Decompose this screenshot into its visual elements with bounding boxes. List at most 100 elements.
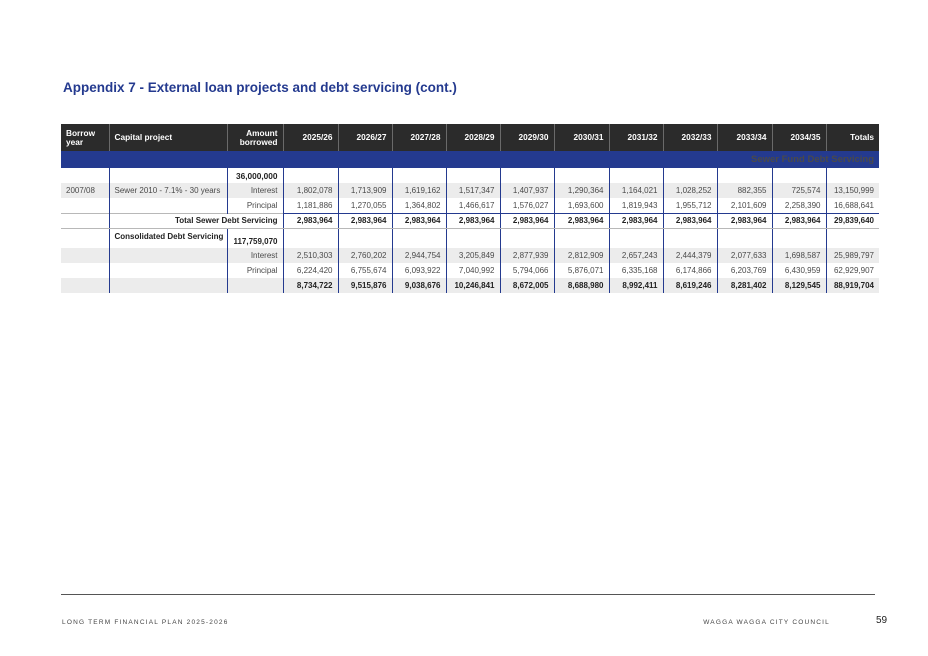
table-cell: 725,574 xyxy=(772,183,827,198)
table-cell: 6,430,959 xyxy=(772,263,827,278)
table-cell: 62,929,907 xyxy=(833,266,874,275)
table-cell: 1,802,078 xyxy=(283,183,339,198)
table-cell: 2,258,390 xyxy=(772,198,827,213)
amount-borrowed-cell: 117,759,070 xyxy=(227,228,284,248)
table-cell: 2,077,633 xyxy=(717,248,773,263)
row-label: Interest xyxy=(227,248,284,263)
table-cell: 1,290,364 xyxy=(554,183,610,198)
table-cell: 1,955,712 xyxy=(663,198,718,213)
table-cell: 8,688,980 xyxy=(554,278,610,293)
row-label: Principal xyxy=(227,263,284,278)
table-row: Principal 1,181,886 1,270,055 1,364,802 … xyxy=(61,198,879,213)
table-cell: 1,713,909 xyxy=(338,183,393,198)
table-cell: 1,693,600 xyxy=(554,198,610,213)
table-cell: 2,657,243 xyxy=(609,248,664,263)
table-cell: 1,698,587 xyxy=(772,248,827,263)
table-cell: 2,760,202 xyxy=(338,248,393,263)
header-year: 2031/32 xyxy=(609,124,664,151)
table-cell: 1,619,162 xyxy=(392,183,447,198)
table-cell: 6,093,922 xyxy=(392,263,447,278)
table-header-row: Borrow year Capital project Amount borro… xyxy=(61,124,879,151)
table-cell: 25,989,797 xyxy=(833,251,874,260)
table-row-grand-total: 8,734,722 9,515,876 9,038,676 10,246,841… xyxy=(61,278,879,293)
section-band: Sewer Fund Debt Servicing xyxy=(61,151,879,168)
table-cell: 1,819,943 xyxy=(609,198,664,213)
table-cell: 3,205,849 xyxy=(446,248,501,263)
table-cell: 8,281,402 xyxy=(717,278,773,293)
debt-servicing-table: Borrow year Capital project Amount borro… xyxy=(61,124,879,293)
table-cell: 2,983,964 xyxy=(283,212,339,229)
header-capital-project: Capital project xyxy=(109,124,228,151)
table-cell: 13,150,999 xyxy=(833,186,874,195)
table-cell: 6,755,674 xyxy=(338,263,393,278)
table-cell: 6,335,168 xyxy=(609,263,664,278)
table-cell: 2,983,964 xyxy=(609,212,664,229)
table-cell: 9,515,876 xyxy=(338,278,393,293)
header-year: 2026/27 xyxy=(338,124,393,151)
header-year: 2033/34 xyxy=(717,124,773,151)
table-cell: 2,944,754 xyxy=(392,248,447,263)
table-cell: 1,164,021 xyxy=(609,183,664,198)
table-cell: 2,983,964 xyxy=(338,212,393,229)
header-year: 2028/29 xyxy=(446,124,501,151)
table-cell: 1,517,347 xyxy=(446,183,501,198)
table-row: 2007/08 Sewer 2010 - 7.1% - 30 years Int… xyxy=(61,183,879,198)
table-row: 36,000,000 xyxy=(61,168,879,183)
table-row: Principal 6,224,420 6,755,674 6,093,922 … xyxy=(61,263,879,278)
section-title: Sewer Fund Debt Servicing xyxy=(751,154,874,165)
borrow-year-cell: 2007/08 xyxy=(61,183,110,198)
table-cell: 5,876,071 xyxy=(554,263,610,278)
table-cell: 1,407,937 xyxy=(500,183,555,198)
header-totals: Totals xyxy=(850,132,874,143)
header-amount-borrowed: Amount borrowed xyxy=(227,124,284,151)
table-cell: 2,983,964 xyxy=(717,212,773,229)
footer-document-title: LONG TERM FINANCIAL PLAN 2025-2026 xyxy=(62,619,229,626)
table-cell: 29,839,640 xyxy=(826,212,879,229)
table-cell: 1,270,055 xyxy=(338,198,393,213)
table-cell: 8,619,246 xyxy=(663,278,718,293)
table-cell: 6,174,866 xyxy=(663,263,718,278)
table-cell: 2,983,964 xyxy=(663,212,718,229)
table-cell: 1,028,252 xyxy=(663,183,718,198)
header-year: 2029/30 xyxy=(500,124,555,151)
table-cell: 1,466,617 xyxy=(446,198,501,213)
header-year: 2025/26 xyxy=(283,124,339,151)
table-cell: 8,672,005 xyxy=(500,278,555,293)
header-year: 2030/31 xyxy=(554,124,610,151)
table-cell: 8,992,411 xyxy=(609,278,664,293)
table-cell: 1,181,886 xyxy=(283,198,339,213)
table-cell: 6,224,420 xyxy=(283,263,339,278)
table-row: Consolidated Debt Servicing 117,759,070 xyxy=(61,228,879,248)
table-cell: 7,040,992 xyxy=(446,263,501,278)
table-cell: 2,877,939 xyxy=(500,248,555,263)
table-cell: 88,919,704 xyxy=(833,281,874,290)
page-title: Appendix 7 - External loan projects and … xyxy=(63,80,457,95)
table-cell: 2,983,964 xyxy=(446,212,501,229)
table-cell: 2,983,964 xyxy=(554,212,610,229)
table-cell: 2,510,303 xyxy=(283,248,339,263)
table-cell: 2,444,379 xyxy=(663,248,718,263)
total-label: Total Sewer Debt Servicing xyxy=(109,212,284,229)
consolidated-label: Consolidated Debt Servicing xyxy=(109,228,228,248)
header-borrow-year: Borrow year xyxy=(61,124,110,151)
table-cell: 2,983,964 xyxy=(500,212,555,229)
table-cell: 8,129,545 xyxy=(772,278,827,293)
capital-project-cell: Sewer 2010 - 7.1% - 30 years xyxy=(109,183,228,198)
table-cell: 2,983,964 xyxy=(772,212,827,229)
row-label: Principal xyxy=(227,198,284,213)
table-cell: 1,576,027 xyxy=(500,198,555,213)
table-row-total: Total Sewer Debt Servicing 2,983,964 2,9… xyxy=(61,212,879,229)
header-year: 2032/33 xyxy=(663,124,718,151)
table-cell: 6,203,769 xyxy=(717,263,773,278)
footer-organisation: WAGGA WAGGA CITY COUNCIL xyxy=(703,619,830,626)
page-number: 59 xyxy=(876,615,888,626)
table-cell: 2,983,964 xyxy=(392,212,447,229)
table-cell: 1,364,802 xyxy=(392,198,447,213)
table-cell: 16,688,641 xyxy=(833,200,874,210)
table-cell: 882,355 xyxy=(717,183,773,198)
table-cell: 2,101,609 xyxy=(717,198,773,213)
amount-borrowed-cell: 36,000,000 xyxy=(227,168,284,183)
table-cell: 5,794,066 xyxy=(500,263,555,278)
footer-divider xyxy=(61,594,875,595)
row-label: Interest xyxy=(227,183,284,198)
